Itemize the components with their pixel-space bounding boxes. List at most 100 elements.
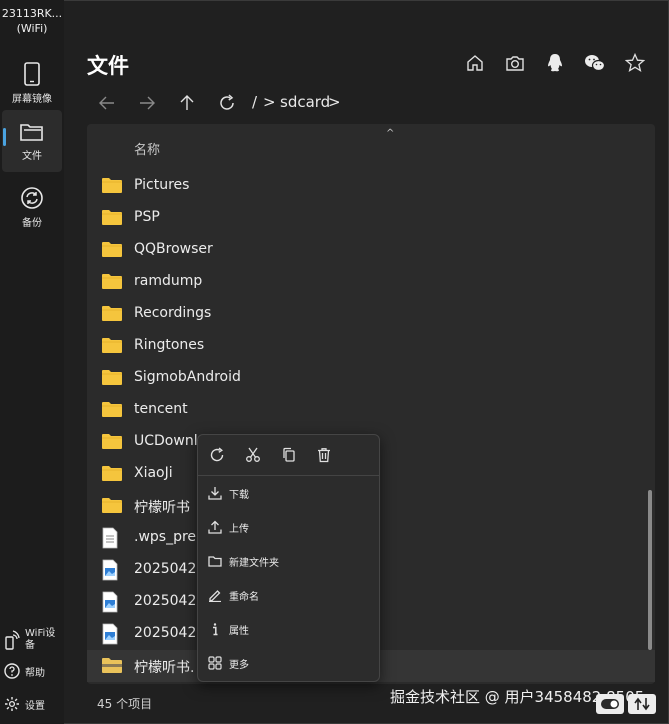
ctx-item-label: 更多 xyxy=(229,660,249,671)
file-row[interactable]: tencent xyxy=(87,394,655,426)
cut-icon xyxy=(246,447,260,462)
sidebar-item-screen-mirror[interactable]: 屏幕镜像 xyxy=(2,52,62,114)
document-icon xyxy=(101,527,123,549)
toggle-icon xyxy=(601,699,619,709)
ctx-item-download[interactable]: 下载 xyxy=(198,478,379,508)
context-menu: 下载 上传 新建文件夹 重命名 属性 更多 xyxy=(197,434,380,682)
file-name: XiaoJi xyxy=(134,465,173,481)
folder-icon xyxy=(20,123,43,141)
info-icon xyxy=(206,620,224,638)
ctx-item-label: 属性 xyxy=(229,626,249,637)
breadcrumb-root[interactable]: / xyxy=(252,92,257,112)
screenshot-button[interactable] xyxy=(504,52,526,74)
transfer-button[interactable] xyxy=(628,694,656,714)
upload-icon xyxy=(206,518,224,536)
wechat-button[interactable] xyxy=(584,52,606,74)
breadcrumb-trail[interactable]: > xyxy=(328,92,341,112)
breadcrumb-separator: > xyxy=(263,93,276,111)
file-row[interactable]: PSP xyxy=(87,202,655,234)
sync-icon xyxy=(21,186,43,209)
qq-button[interactable] xyxy=(544,52,566,74)
sidebar-item-label: 设置 xyxy=(25,700,45,712)
gear-icon xyxy=(5,697,19,711)
star-icon xyxy=(625,53,645,72)
folder-icon xyxy=(101,271,123,293)
breadcrumb-sdcard[interactable]: sdcard xyxy=(280,92,330,112)
image-file-icon xyxy=(101,559,123,581)
ctx-cut-button[interactable] xyxy=(242,444,264,466)
sidebar-item-label: 备份 xyxy=(22,217,42,229)
ctx-refresh-button[interactable] xyxy=(206,444,228,466)
ctx-item-upload[interactable]: 上传 xyxy=(198,512,379,542)
file-name: 柠檬听书 xyxy=(134,500,190,516)
refresh-icon xyxy=(220,94,234,110)
help-icon xyxy=(4,663,20,679)
file-row[interactable]: QQBrowser xyxy=(87,234,655,266)
home-button[interactable] xyxy=(464,52,486,74)
camera-icon xyxy=(506,56,524,71)
ctx-item-rename[interactable]: 重命名 xyxy=(198,580,379,610)
folder-icon xyxy=(101,303,123,325)
file-name: tencent xyxy=(134,401,188,417)
rename-icon xyxy=(206,586,224,604)
file-name: SigmobAndroid xyxy=(134,369,241,385)
delete-icon xyxy=(318,448,330,463)
download-icon xyxy=(206,484,224,502)
device-name: 23113RK... xyxy=(1,7,63,20)
file-name: Pictures xyxy=(134,177,190,193)
file-row[interactable]: Pictures xyxy=(87,170,655,202)
ctx-copy-button[interactable] xyxy=(278,444,300,466)
file-name: PSP xyxy=(134,209,160,225)
active-indicator xyxy=(3,128,6,146)
ctx-item-label: 下载 xyxy=(229,490,249,501)
file-row[interactable]: Recordings xyxy=(87,298,655,330)
file-row[interactable]: Ringtones xyxy=(87,330,655,362)
more-icon xyxy=(206,654,224,672)
sort-caret-icon[interactable]: ^ xyxy=(386,128,394,139)
file-name: 柠檬听书. xyxy=(134,660,195,676)
sidebar-item-backup[interactable]: 备份 xyxy=(2,176,62,238)
ctx-item-new-folder[interactable]: 新建文件夹 xyxy=(198,546,379,576)
folder-icon xyxy=(101,367,123,389)
device-label[interactable]: 23113RK... (WiFi) xyxy=(0,6,64,36)
back-button[interactable] xyxy=(96,92,118,114)
file-row[interactable]: SigmobAndroid xyxy=(87,362,655,394)
home-icon xyxy=(467,55,483,71)
sidebar-item-help[interactable]: 帮助 xyxy=(4,663,45,679)
ctx-delete-button[interactable] xyxy=(313,444,335,466)
wechat-icon xyxy=(585,55,606,72)
arrow-right-icon xyxy=(140,96,155,110)
sidebar-item-label: WiFi设备 xyxy=(25,628,56,651)
refresh-icon xyxy=(210,447,224,462)
file-name: 20250429 xyxy=(134,561,206,577)
up-button[interactable] xyxy=(176,92,198,114)
file-row[interactable]: ramdump xyxy=(87,266,655,298)
toggle-button[interactable] xyxy=(596,694,624,714)
sidebar-item-settings[interactable]: 设置 xyxy=(4,696,45,712)
page-title: 文件 xyxy=(87,54,129,78)
sidebar-item-label: 屏幕镜像 xyxy=(12,93,52,105)
ctx-item-label: 新建文件夹 xyxy=(229,558,279,569)
sidebar-item-wifi-device[interactable]: WiFi设备 xyxy=(4,628,59,652)
column-header-name[interactable]: 名称 xyxy=(134,139,160,158)
file-name: Recordings xyxy=(134,305,212,321)
file-name: .wps_prel xyxy=(134,529,200,545)
folder-icon xyxy=(101,335,123,357)
folder-icon xyxy=(101,463,123,485)
transfer-icon xyxy=(634,697,650,711)
refresh-button[interactable] xyxy=(216,92,238,114)
image-file-icon xyxy=(101,591,123,613)
image-file-icon xyxy=(101,623,123,645)
forward-button[interactable] xyxy=(136,92,158,114)
scrollbar[interactable] xyxy=(648,490,652,650)
folder-icon xyxy=(101,175,123,197)
arrow-left-icon xyxy=(99,96,114,110)
sidebar-item-files[interactable]: 文件 xyxy=(2,110,62,172)
arrow-up-icon xyxy=(180,95,194,110)
ctx-item-more[interactable]: 更多 xyxy=(198,648,379,678)
favorite-button[interactable] xyxy=(624,52,646,74)
ctx-item-properties[interactable]: 属性 xyxy=(198,614,379,644)
folder-icon xyxy=(101,431,123,453)
folder-icon xyxy=(101,495,123,517)
wifi-device-icon xyxy=(5,630,20,650)
